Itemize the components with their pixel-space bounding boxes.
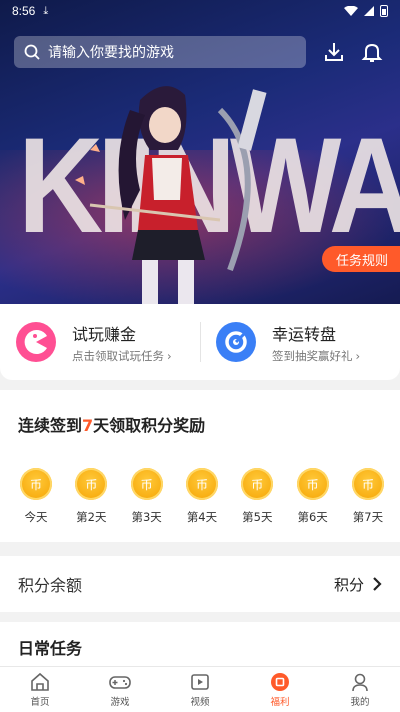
day-label: 今天 <box>24 510 48 524</box>
tab-label: 我的 <box>350 696 370 708</box>
gamepad-icon <box>109 675 131 689</box>
signin-title-days: 7 <box>82 416 94 435</box>
day-label: 第5天 <box>242 510 273 524</box>
tab-label: 视频 <box>190 696 210 708</box>
quick-trial-title: 试玩赚金 <box>72 324 137 344</box>
chevron-right-icon: › <box>355 348 361 363</box>
coin-icon: 币 <box>20 468 52 500</box>
day-label: 第4天 <box>186 510 218 524</box>
download-icon[interactable] <box>322 40 346 64</box>
signal-icon <box>364 6 374 16</box>
bottom-tab-bar: 首页 游戏 视频 福利 我的 <box>0 666 400 712</box>
status-time: 8:56 <box>12 4 36 18</box>
signin-title: 连续签到7天领取积分奖励 <box>18 412 205 436</box>
coin-icon: 币 <box>185 468 218 500</box>
coin-icon: 币 <box>296 468 329 500</box>
tab-home[interactable]: 首页 <box>0 667 80 712</box>
quick-trial-earn[interactable]: 试玩赚金 点击领取试玩任务 › <box>0 304 200 380</box>
welfare-icon <box>271 672 289 691</box>
download-status-icon: ⤓ <box>43 4 49 17</box>
chevron-right-icon: › <box>167 348 172 363</box>
pacman-icon <box>16 322 56 362</box>
coin-icon: 币 <box>130 468 163 500</box>
bell-icon[interactable] <box>360 40 384 64</box>
points-balance-value: 积分 <box>333 575 364 594</box>
tab-welfare[interactable]: 福利 <box>240 667 320 712</box>
video-icon <box>191 673 209 690</box>
signin-day[interactable]: 币第3天 <box>127 468 167 525</box>
signin-card: 连续签到7天领取积分奖励 币今天 币第2天 币第3天 币第4天 币第5天 币第6… <box>0 390 400 542</box>
search-icon <box>24 44 40 60</box>
day-label: 第7天 <box>352 510 384 524</box>
signin-days: 币今天 币第2天 币第3天 币第4天 币第5天 币第6天 币第7天 <box>16 468 388 525</box>
status-bar: 8:56 ⤓ <box>0 0 400 22</box>
home-icon <box>31 672 49 691</box>
quick-wheel-title: 幸运转盘 <box>272 324 337 344</box>
task-rules-button[interactable]: 任务规则 <box>321 246 400 272</box>
wheel-icon <box>216 322 256 362</box>
search-input[interactable]: 请输入你要找的游戏 <box>14 36 306 68</box>
coin-icon: 币 <box>75 468 108 500</box>
signin-day[interactable]: 币第5天 <box>237 468 277 525</box>
profile-icon <box>352 673 368 691</box>
daily-tasks-title: 日常任务 <box>18 639 83 658</box>
tab-label: 福利 <box>270 696 290 708</box>
signin-title-suffix: 天领取积分奖励 <box>93 416 206 435</box>
search-placeholder: 请输入你要找的游戏 <box>48 45 174 61</box>
tab-games[interactable]: 游戏 <box>80 667 160 712</box>
hero-character-illustration <box>75 86 267 304</box>
signin-title-prefix: 连续签到 <box>18 416 83 435</box>
signin-day[interactable]: 币今天 <box>16 468 56 525</box>
quick-lucky-wheel[interactable]: 幸运转盘 签到抽奖赢好礼 › <box>200 304 400 380</box>
coin-icon: 币 <box>241 468 274 500</box>
tab-label: 首页 <box>30 696 50 708</box>
chevron-right-icon <box>373 577 382 591</box>
tab-video[interactable]: 视频 <box>160 667 240 712</box>
coin-icon: 币 <box>351 468 384 500</box>
tab-label: 游戏 <box>110 696 130 708</box>
signin-day[interactable]: 币第4天 <box>182 468 222 525</box>
signin-day[interactable]: 币第2天 <box>71 468 111 525</box>
battery-icon <box>380 5 388 17</box>
points-balance-row[interactable]: 积分余额 积分 <box>0 556 400 612</box>
wifi-icon <box>344 6 358 16</box>
day-label: 第2天 <box>76 510 107 524</box>
tab-profile[interactable]: 我的 <box>320 667 400 712</box>
quick-trial-subtitle: 点击领取试玩任务 <box>72 348 164 363</box>
signin-day[interactable]: 币第7天 <box>348 468 388 525</box>
points-balance-label: 积分余额 <box>18 576 83 595</box>
quick-actions: 试玩赚金 点击领取试玩任务 › 幸运转盘 签到抽奖赢好礼 › <box>0 304 400 380</box>
daily-tasks-section: 日常任务 <box>0 622 400 668</box>
day-label: 第6天 <box>297 510 328 524</box>
day-label: 第3天 <box>131 510 162 524</box>
quick-wheel-subtitle: 签到抽奖赢好礼 <box>272 348 353 363</box>
signin-day[interactable]: 币第6天 <box>293 468 333 525</box>
